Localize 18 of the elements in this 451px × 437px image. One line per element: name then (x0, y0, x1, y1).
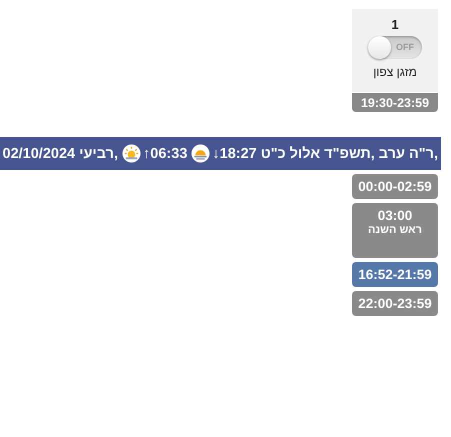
sunrise-time: ↑06:33 (143, 146, 188, 162)
device-name: מזגן צפון (373, 65, 417, 79)
time-slot[interactable]: 00:00-02:59 (352, 174, 438, 199)
hebrew-date-text: אלול (290, 146, 320, 162)
date-text: 02/10/2024 (2, 146, 76, 162)
hebrew-date-text: כ"ט (260, 146, 286, 162)
sunset-time: ↓18:27 (212, 146, 257, 162)
time-slot[interactable]: 16:52-21:59 (352, 262, 438, 287)
sunrise-icon (122, 144, 142, 163)
hebrew-date-text: תשפ"ד, (324, 146, 375, 162)
weekday-text: רביעי, (79, 146, 118, 162)
hebrew-date-text: ר"ה, (408, 146, 438, 162)
time-slot[interactable]: 19:30-23:59 (352, 93, 438, 112)
hebrew-date-text: ערב (378, 146, 405, 162)
time-slot[interactable]: 22:00-23:59 (352, 291, 438, 316)
sunset-icon (191, 144, 210, 163)
power-switch[interactable]: OFF (368, 36, 422, 59)
device-number: 1 (391, 18, 399, 32)
